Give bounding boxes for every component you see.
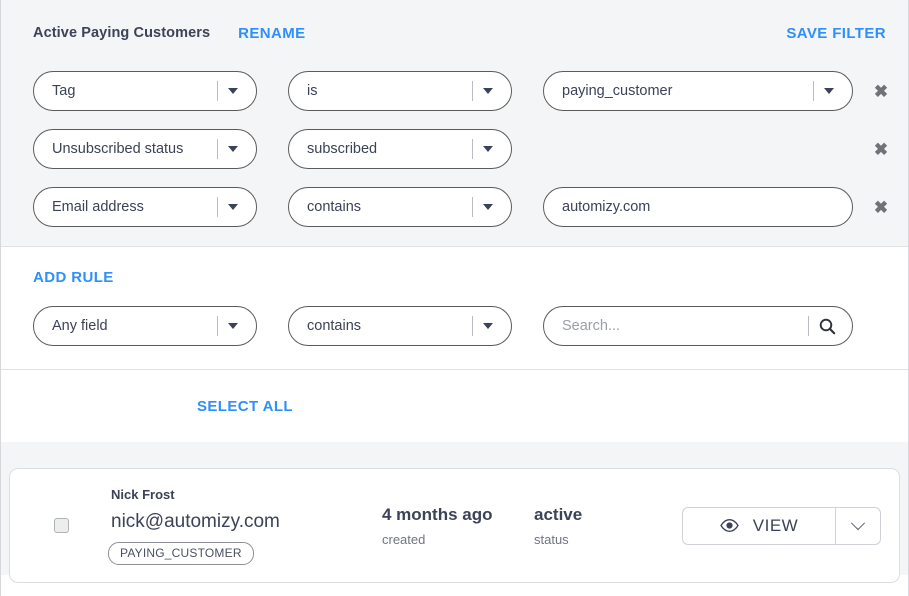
rule-3-operator-value: contains [307,200,472,215]
add-rule-row: Any field contains Search... [1,301,908,351]
rule-1-field-value: Tag [52,84,217,99]
rule-1-value-value: paying_customer [562,84,813,99]
contact-status-value: active [534,505,658,525]
view-button[interactable]: VIEW [683,508,835,544]
filter-rule-row: Tag is paying_customer [1,66,908,116]
filter-header: Active Paying Customers RENAME SAVE FILT… [1,0,908,66]
rename-button[interactable]: RENAME [238,25,305,42]
rule-1-field-select[interactable]: Tag [33,71,257,111]
divider [217,81,218,101]
chevron-down-icon [483,323,493,329]
view-button-group[interactable]: VIEW [682,507,881,545]
chevron-down-icon [228,323,238,329]
chevron-down-icon [483,88,493,94]
add-rule-panel: ADD RULE Any field contains Search... [1,247,908,370]
chevron-down-icon [228,146,238,152]
chevron-down-icon [228,204,238,210]
divider [217,139,218,159]
divider [217,316,218,336]
filter-rule-row: Unsubscribed status subscribed ✖ [1,124,908,174]
add-rule-field-select[interactable]: Any field [33,306,257,346]
add-rule-button[interactable]: ADD RULE [33,269,114,286]
rule-1-value-select[interactable]: paying_customer [543,71,853,111]
contact-name: Nick Frost [111,487,378,502]
contact-select-checkbox[interactable] [54,518,69,533]
rule-3-field-affix [217,188,256,226]
filter-rule-row: Email address contains automizy.com [1,182,908,232]
rule-2-operator-affix [472,130,511,168]
rule-2-field-affix [217,130,256,168]
remove-rule-1-icon[interactable]: ✖ [871,83,891,100]
divider [472,139,473,159]
add-rule-field-affix [217,307,256,345]
remove-rule-3-icon[interactable]: ✖ [871,199,891,216]
filter-panel: Active Paying Customers RENAME SAVE FILT… [1,0,908,247]
divider [472,197,473,217]
contact-email: nick@automizy.com [111,511,378,533]
rule-1-value-affix [813,72,852,110]
rule-3-field-select[interactable]: Email address [33,187,257,227]
contact-identity: Nick Frost nick@automizy.com PAYING_CUST… [108,487,378,565]
save-filter-button[interactable]: SAVE FILTER [786,25,886,42]
rule-2-operator-value: subscribed [307,142,472,157]
chevron-down-icon [824,88,834,94]
rule-3-value-input[interactable]: automizy.com [543,187,853,227]
rule-2-field-select[interactable]: Unsubscribed status [33,129,257,169]
contacts-filter-page: Active Paying Customers RENAME SAVE FILT… [0,0,909,596]
divider [808,316,809,336]
view-button-label: VIEW [753,516,798,536]
divider [472,316,473,336]
chevron-down-icon [228,88,238,94]
rule-2-operator-select[interactable]: subscribed [288,129,512,169]
divider [813,81,814,101]
select-all-button[interactable]: SELECT ALL [197,398,293,415]
contact-list: Nick Frost nick@automizy.com PAYING_CUST… [1,442,908,575]
rule-2-field-value: Unsubscribed status [52,142,217,157]
contact-row[interactable]: Nick Frost nick@automizy.com PAYING_CUST… [9,468,900,583]
add-rule-operator-value: contains [307,319,472,334]
add-rule-operator-affix [472,307,511,345]
add-rule-field-value: Any field [52,319,217,334]
rule-1-field-affix [217,72,256,110]
add-rule-operator-select[interactable]: contains [288,306,512,346]
rule-3-value-text: automizy.com [562,200,852,215]
search-icon[interactable] [819,318,836,335]
search-input[interactable]: Search... [543,306,853,346]
divider [217,197,218,217]
rule-1-operator-select[interactable]: is [288,71,512,111]
contact-status-label: status [534,532,658,547]
rule-3-operator-affix [472,188,511,226]
search-affix [808,307,852,345]
contact-created-column: 4 months ago created [382,505,530,547]
contact-created-value: 4 months ago [382,505,530,525]
eye-icon [720,519,739,532]
page-title: Active Paying Customers [33,25,210,41]
select-all-panel: SELECT ALL [1,370,908,442]
divider [472,81,473,101]
chevron-down-icon [851,516,865,530]
contact-status-column: active status [534,505,658,547]
filter-rules-list: Tag is paying_customer [1,66,908,246]
view-dropdown-toggle[interactable] [835,508,880,544]
rule-3-operator-select[interactable]: contains [288,187,512,227]
search-input-placeholder: Search... [562,319,808,334]
chevron-down-icon [483,146,493,152]
add-rule-link-wrap: ADD RULE [1,247,908,301]
contact-tag-badge: PAYING_CUSTOMER [108,542,254,565]
contact-created-label: created [382,532,530,547]
rule-1-operator-affix [472,72,511,110]
rule-3-field-value: Email address [52,200,217,215]
remove-rule-2-icon[interactable]: ✖ [871,141,891,158]
chevron-down-icon [483,204,493,210]
rule-1-operator-value: is [307,84,472,99]
